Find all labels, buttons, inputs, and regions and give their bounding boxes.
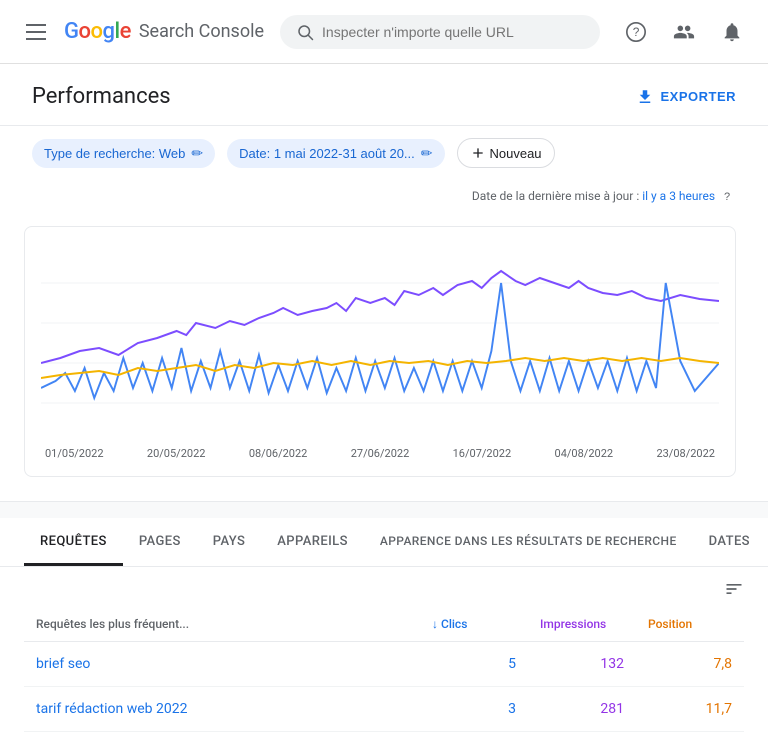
header: Google Search Console ? [0,0,768,64]
help-icon: ? [625,21,647,43]
tab-pages[interactable]: PAGES [123,518,197,566]
filter-icon [724,579,744,599]
sort-arrow: ↓ [432,617,441,631]
date-filter[interactable]: Date: 1 mai 2022-31 août 20... ✏ [227,139,444,168]
x-label-5: 16/07/2022 [453,447,512,460]
hamburger-icon [26,24,46,40]
impressions-cell-1: 132 [528,642,636,687]
table-row: tarif rédaction web 2022 3 281 11,7 [24,687,744,732]
table-body: brief seo 5 132 7,8 tarif rédaction web … [24,642,744,732]
x-label-7: 23/08/2022 [656,447,715,460]
search-type-label: Type de recherche: Web [44,146,185,161]
account-button[interactable] [664,12,704,52]
edit-search-type-icon: ✏ [191,145,203,162]
col-header-clics: ↓ Clics [420,607,528,642]
x-label-1: 01/05/2022 [45,447,104,460]
tabs-bar: REQUÊTES PAGES PAYS APPAREILS APPARENCE … [0,518,768,567]
query-cell-1[interactable]: brief seo [24,642,420,687]
export-label: EXPORTER [660,89,736,104]
help-button[interactable]: ? [616,12,656,52]
chart-wrapper: 01/05/2022 20/05/2022 08/06/2022 27/06/2… [24,226,736,477]
last-update-prefix: Date de la dernière mise à jour : [472,189,639,203]
tab-requetes[interactable]: REQUÊTES [24,518,123,566]
position-cell-1: 7,8 [636,642,744,687]
clics-cell-1: 5 [420,642,528,687]
menu-button[interactable] [16,12,56,52]
header-actions: ? [616,12,752,52]
google-logo: Google [64,19,131,44]
product-name: Search Console [139,21,264,42]
clics-cell-2: 3 [420,687,528,732]
svg-text:?: ? [633,25,640,39]
table-row: brief seo 5 132 7,8 [24,642,744,687]
download-icon [636,88,654,106]
new-label: Nouveau [490,146,542,161]
export-button[interactable]: EXPORTER [636,88,736,106]
search-icon [296,23,314,41]
chart-x-axis: 01/05/2022 20/05/2022 08/06/2022 27/06/2… [41,443,719,460]
data-table: Requêtes les plus fréquent... ↓ Clics Im… [24,607,744,732]
plus-icon [470,145,486,161]
date-label: Date: 1 mai 2022-31 août 20... [239,146,415,161]
x-label-3: 08/06/2022 [249,447,308,460]
last-update-bar: Date de la dernière mise à jour : il y a… [0,180,768,210]
last-update-value: il y a 3 heures [642,189,715,203]
tab-appareils[interactable]: APPAREILS [261,518,364,566]
new-filter-button[interactable]: Nouveau [457,138,555,168]
table-filter-row [24,567,744,607]
last-update-help-button[interactable]: ? [718,188,736,206]
search-input[interactable] [322,24,584,40]
search-type-filter[interactable]: Type de recherche: Web ✏ [32,139,215,168]
filters-bar: Type de recherche: Web ✏ Date: 1 mai 202… [0,126,768,180]
performance-chart [41,243,719,443]
col-header-position: Position [636,607,744,642]
position-cell-2: 11,7 [636,687,744,732]
table-section: Requêtes les plus fréquent... ↓ Clics Im… [0,567,768,732]
x-label-4: 27/06/2022 [351,447,410,460]
x-label-2: 20/05/2022 [147,447,206,460]
notifications-button[interactable] [712,12,752,52]
col-header-query: Requêtes les plus fréquent... [24,607,420,642]
account-icon [673,21,695,43]
bell-icon [721,21,743,43]
tab-pays[interactable]: PAYS [197,518,262,566]
tab-dates[interactable]: DATES [693,518,766,566]
page-title-bar: Performances EXPORTER [0,64,768,126]
query-cell-2[interactable]: tarif rédaction web 2022 [24,687,420,732]
edit-date-icon: ✏ [421,145,433,162]
tabs-section: REQUÊTES PAGES PAYS APPAREILS APPARENCE … [0,518,768,732]
col-header-impressions: Impressions [528,607,636,642]
header-logo: Google Search Console [16,12,264,52]
chart-container: 01/05/2022 20/05/2022 08/06/2022 27/06/2… [0,210,768,502]
impressions-cell-2: 281 [528,687,636,732]
table-filter-button[interactable] [724,579,744,599]
x-label-6: 04/08/2022 [555,447,614,460]
table-header-row: Requêtes les plus fréquent... ↓ Clics Im… [24,607,744,642]
tab-apparence[interactable]: APPARENCE DANS LES RÉSULTATS DE RECHERCH… [364,518,693,566]
page-title: Performances [32,84,171,109]
search-bar [280,15,600,49]
